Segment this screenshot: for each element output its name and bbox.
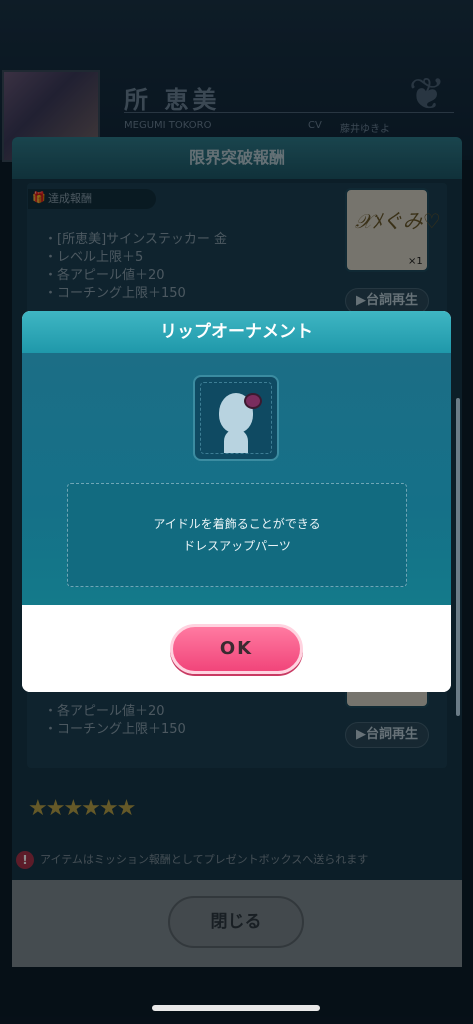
neck-silhouette-icon [224, 429, 248, 453]
scrollbar[interactable] [456, 398, 460, 716]
home-indicator[interactable] [152, 1005, 320, 1011]
ok-button[interactable]: OK [170, 624, 303, 674]
item-detail-dialog: リップオーナメント アイドルを着飾ることができる ドレスアップパーツ OK [22, 311, 451, 692]
ornament-icon [244, 393, 262, 409]
description-line: アイドルを着飾ることができる [153, 517, 321, 531]
description-line: ドレスアップパーツ [183, 539, 291, 553]
dialog-title: リップオーナメント [22, 311, 451, 353]
description-box [67, 483, 407, 587]
